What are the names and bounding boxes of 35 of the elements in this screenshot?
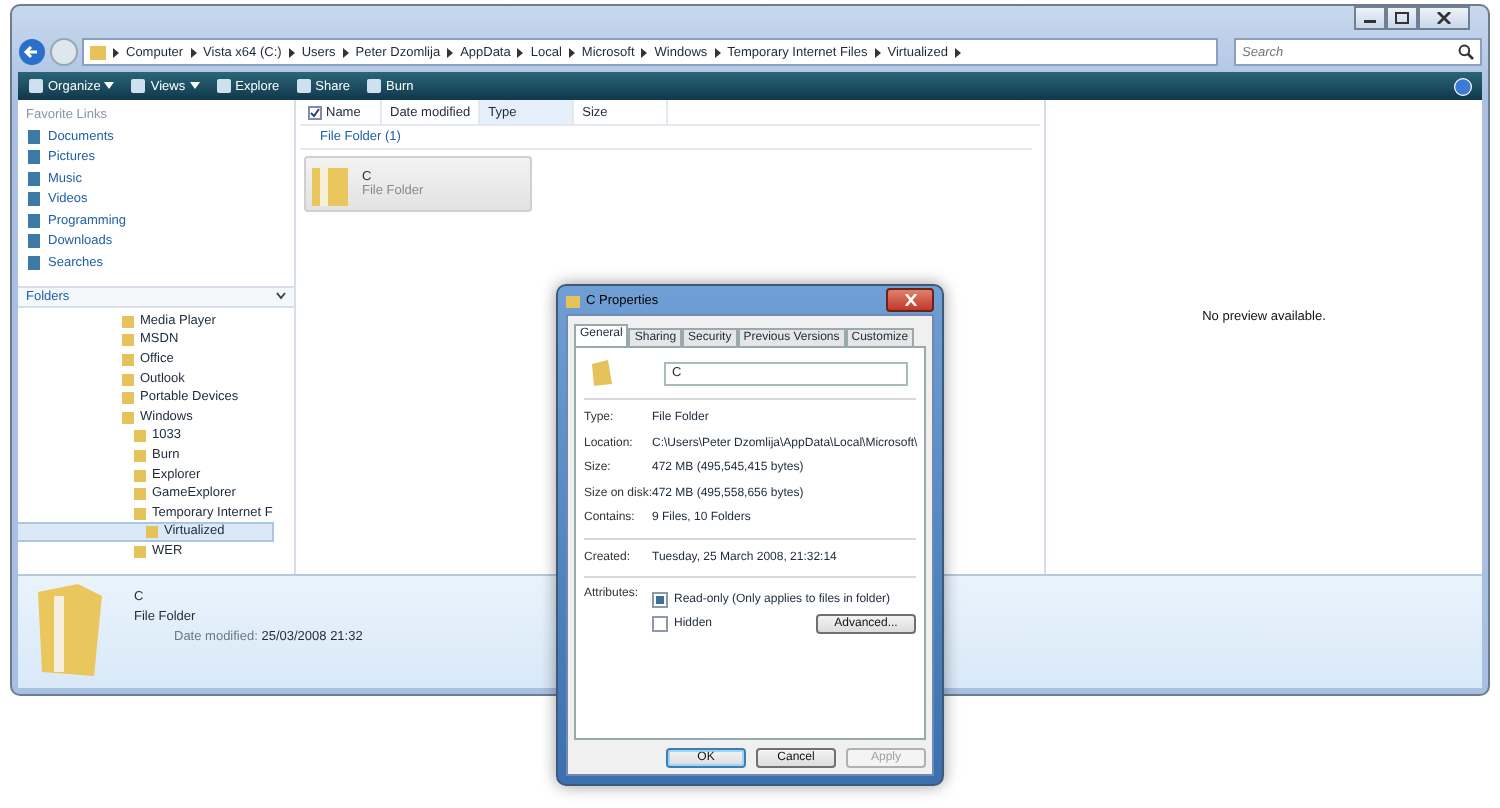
chevron-icon[interactable] xyxy=(953,47,962,57)
chevron-icon[interactable] xyxy=(341,47,350,57)
chevron-icon[interactable] xyxy=(713,47,722,57)
search-icon[interactable] xyxy=(1458,44,1474,60)
minimize-button[interactable] xyxy=(1354,6,1386,30)
chevron-icon[interactable] xyxy=(516,47,525,57)
close-button[interactable] xyxy=(1418,6,1470,30)
chevron-icon xyxy=(276,292,286,300)
toolbar-icon xyxy=(366,78,383,94)
toolbar-icon xyxy=(215,78,232,94)
help-icon[interactable] xyxy=(1454,77,1472,95)
folder-icon xyxy=(566,293,580,307)
checkbox[interactable] xyxy=(652,592,668,608)
chevron-icon[interactable] xyxy=(567,47,576,57)
chevron-icon[interactable] xyxy=(873,47,882,57)
maximize-icon xyxy=(1394,12,1410,24)
chevron-icon[interactable] xyxy=(640,47,649,57)
toolbar-icon xyxy=(130,78,147,94)
folder-icon xyxy=(592,360,612,386)
back-icon[interactable] xyxy=(18,38,46,66)
close-icon xyxy=(903,294,917,306)
chevron-icon[interactable] xyxy=(287,47,296,57)
chevron-icon[interactable] xyxy=(112,47,120,57)
maximize-button[interactable] xyxy=(1386,6,1418,30)
checkbox-icon[interactable] xyxy=(308,105,322,119)
close-icon xyxy=(1436,12,1452,24)
chevron-icon[interactable] xyxy=(446,47,455,57)
folder-icon xyxy=(90,44,106,60)
close-button[interactable] xyxy=(886,288,934,312)
folder-icon xyxy=(310,162,350,206)
toolbar-icon xyxy=(28,78,44,94)
toolbar-icon xyxy=(295,78,312,94)
folder-icon xyxy=(34,580,106,680)
checkbox[interactable] xyxy=(652,616,668,632)
chevron-icon[interactable] xyxy=(189,47,198,57)
